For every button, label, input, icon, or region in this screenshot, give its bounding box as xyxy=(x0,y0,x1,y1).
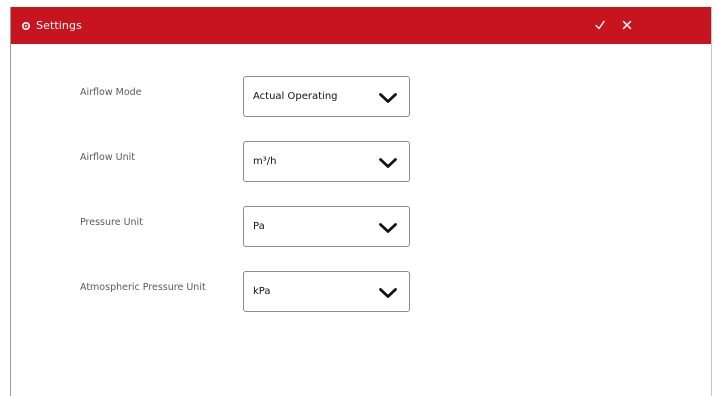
chevron-down-icon xyxy=(378,221,398,235)
airflow-unit-select[interactable]: m³/h xyxy=(243,141,410,182)
chevron-down-icon xyxy=(378,156,398,170)
airflow-mode-select[interactable]: Actual Operating xyxy=(243,76,410,117)
airflow-mode-label: Airflow Mode xyxy=(80,87,142,98)
airflow-unit-label: Airflow Unit xyxy=(80,152,135,163)
atmospheric-pressure-unit-label: Atmospheric Pressure Unit xyxy=(80,282,206,293)
title-bar: Settings xyxy=(11,7,711,44)
close-icon xyxy=(622,20,632,30)
title-group: Settings xyxy=(21,7,82,44)
close-button[interactable] xyxy=(619,17,635,33)
window-title: Settings xyxy=(36,19,82,32)
pressure-unit-value: Pa xyxy=(253,221,265,232)
settings-window: Settings Airflow Mode Actual Operating A… xyxy=(10,7,712,396)
chevron-down-icon xyxy=(378,286,398,300)
airflow-mode-value: Actual Operating xyxy=(253,91,338,102)
pressure-unit-select[interactable]: Pa xyxy=(243,206,410,247)
gear-icon xyxy=(21,21,31,31)
atmospheric-pressure-unit-value: kPa xyxy=(253,286,271,297)
checkmark-icon xyxy=(595,20,605,30)
confirm-button[interactable] xyxy=(592,17,608,33)
airflow-unit-value: m³/h xyxy=(253,156,277,167)
chevron-down-icon xyxy=(378,91,398,105)
atmospheric-pressure-unit-select[interactable]: kPa xyxy=(243,271,410,312)
pressure-unit-label: Pressure Unit xyxy=(80,217,143,228)
